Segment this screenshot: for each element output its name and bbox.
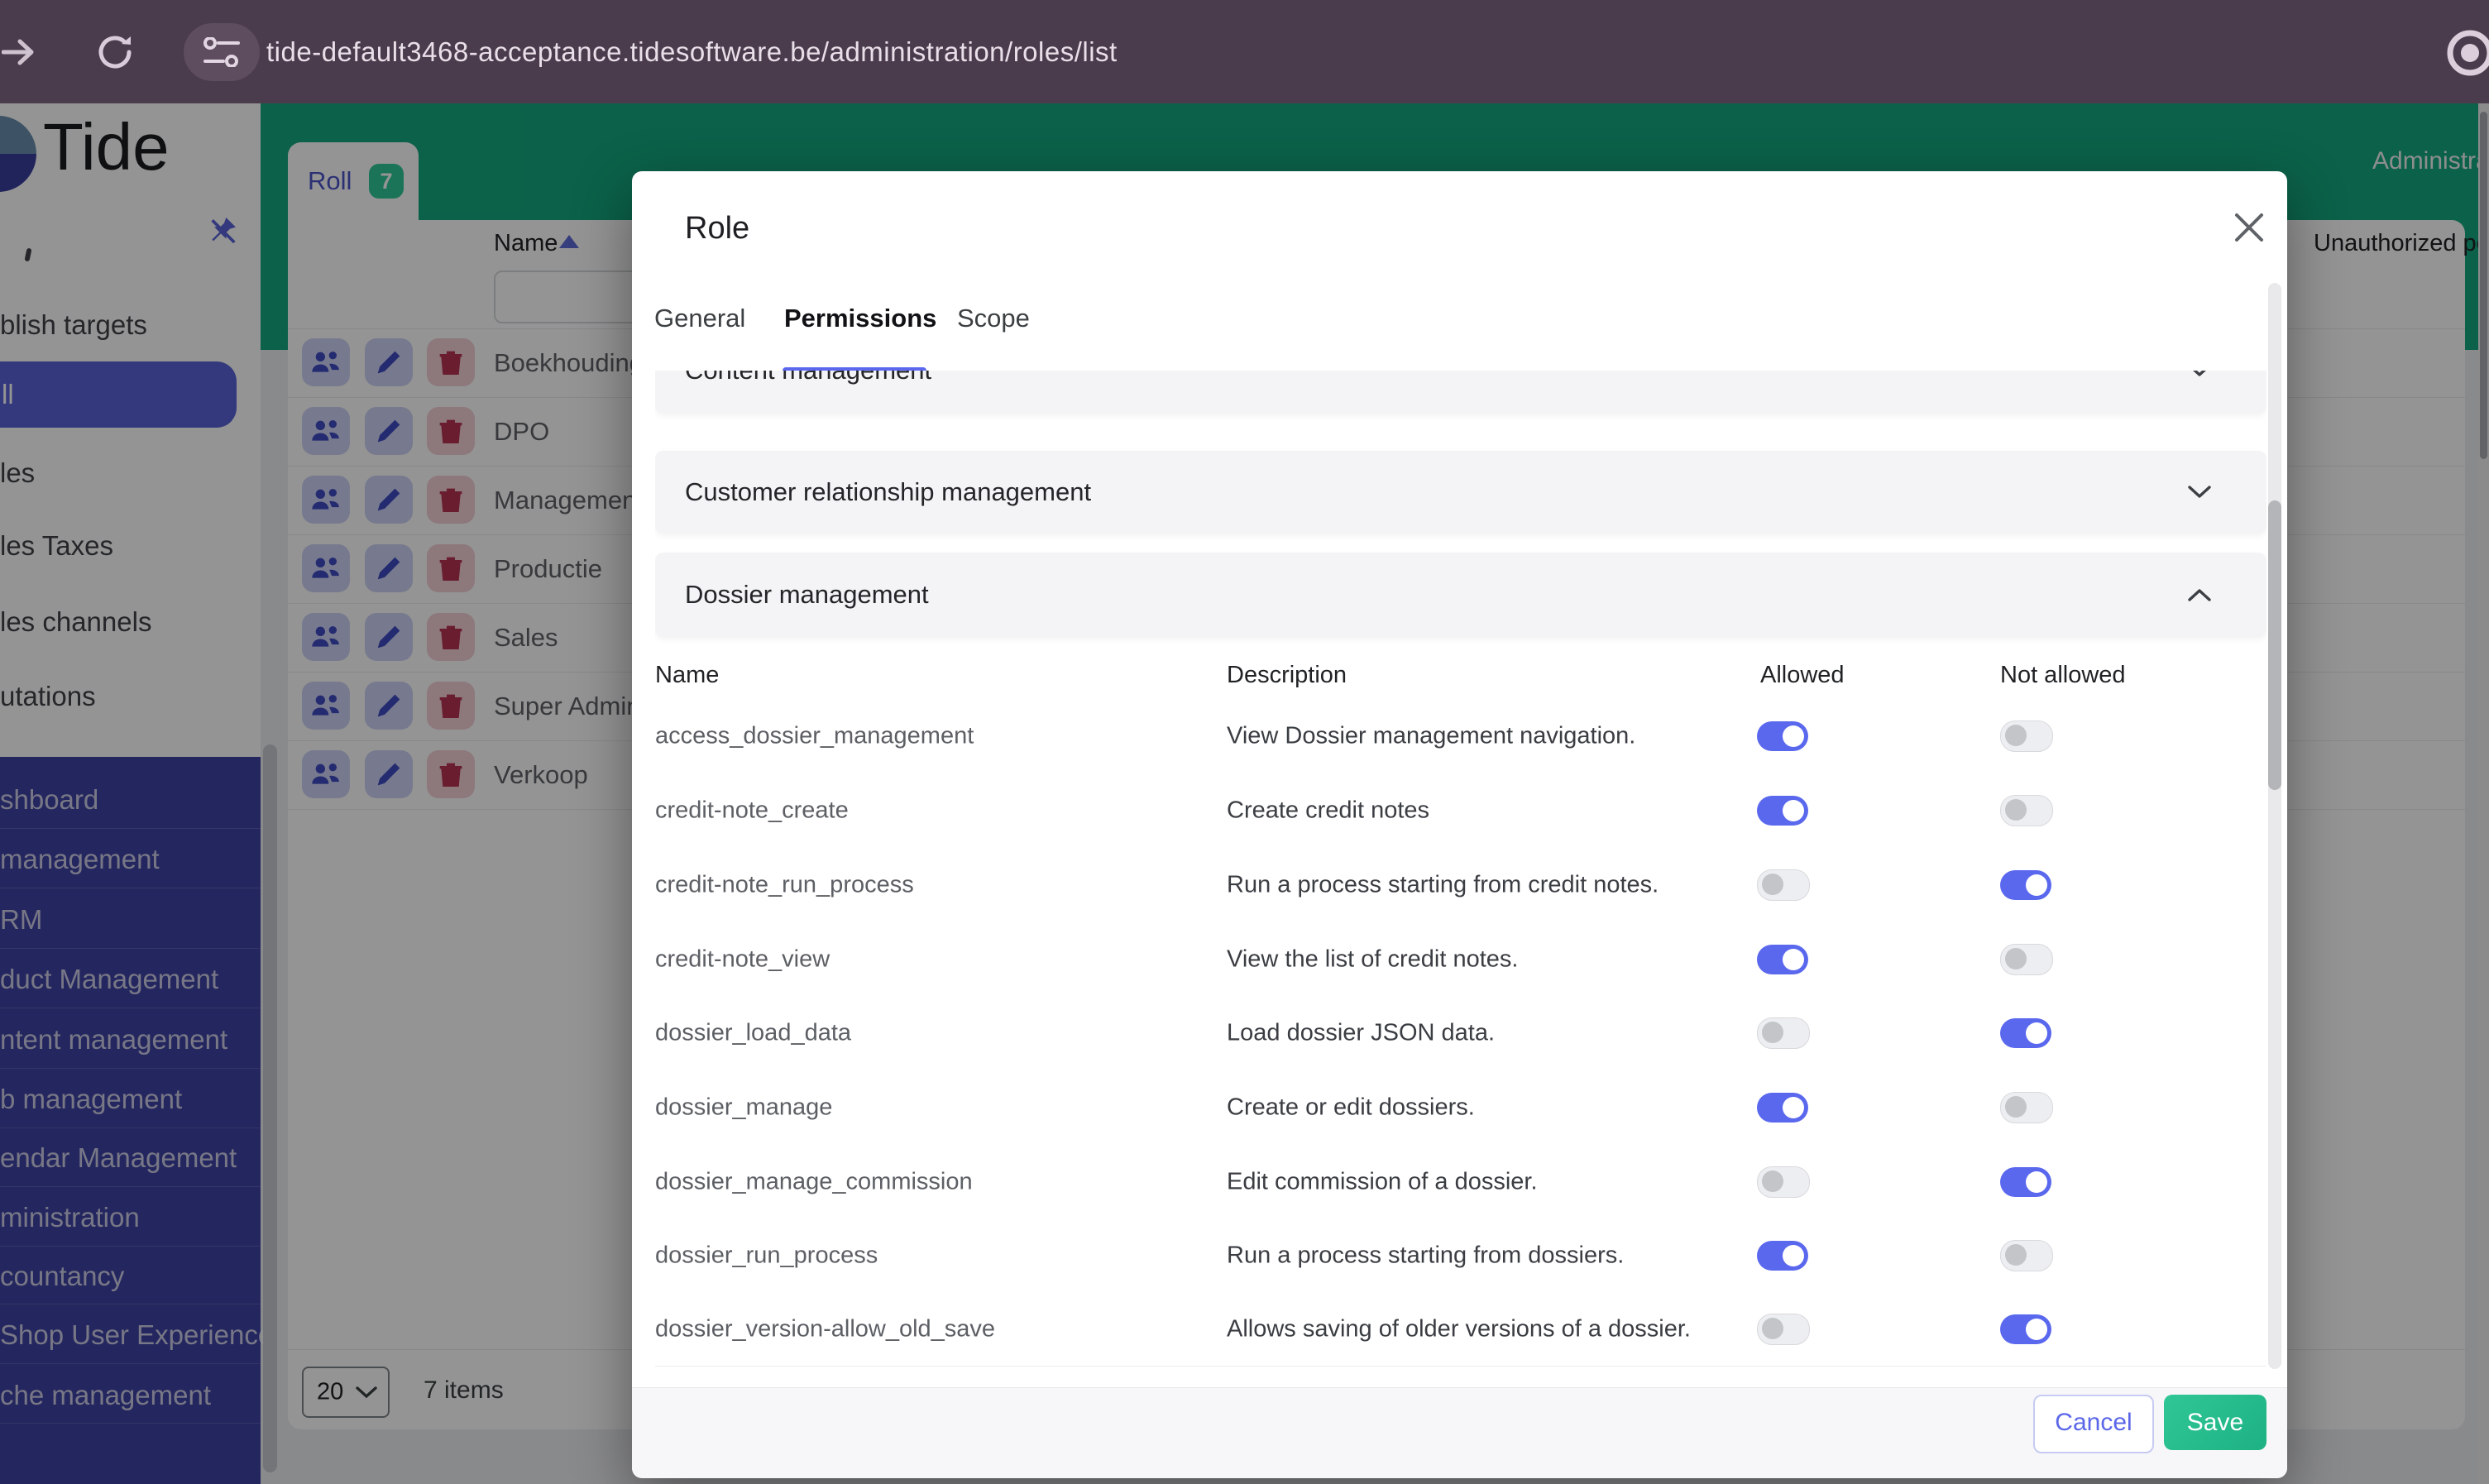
toggle-knob — [2026, 1319, 2047, 1340]
toggle-knob — [1762, 1318, 1783, 1339]
toggle-knob — [2026, 1170, 2047, 1193]
tab-permissions[interactable]: Permissions — [784, 304, 936, 333]
permission-description: Create or edit dossiers. — [1227, 1094, 1475, 1121]
permission-name: dossier_manage_commission — [655, 1168, 973, 1194]
permission-row: credit-note_view View the list of credit… — [655, 922, 2266, 997]
not-allowed-toggle[interactable] — [2000, 870, 2051, 900]
toggle-knob — [2026, 874, 2047, 896]
toggle-knob — [1762, 1170, 1783, 1192]
allowed-toggle[interactable] — [1757, 1093, 1808, 1123]
toggle-knob — [2005, 799, 2027, 821]
browser-toolbar: tide-default3468-acceptance.tidesoftware… — [0, 0, 2489, 103]
permission-row: credit-note_run_process Run a process st… — [655, 848, 2266, 923]
permission-name: access_dossier_management — [655, 722, 974, 749]
allowed-toggle[interactable] — [1757, 1166, 1810, 1198]
tab-scope[interactable]: Scope — [957, 304, 1030, 333]
permission-description: View Dossier management navigation. — [1227, 722, 1636, 749]
permission-description: Edit commission of a dossier. — [1227, 1168, 1538, 1194]
allowed-toggle[interactable] — [1757, 1314, 1810, 1345]
toggle-knob — [2026, 1022, 2047, 1044]
allowed-toggle[interactable] — [1757, 721, 1808, 751]
reload-icon[interactable] — [94, 31, 136, 73]
permission-row: dossier_manage_commission Edit commissio… — [655, 1145, 2266, 1219]
site-info-button[interactable] — [184, 23, 260, 81]
permission-description: Load dossier JSON data. — [1227, 1019, 1496, 1046]
not-allowed-toggle[interactable] — [2000, 1240, 2053, 1271]
toggle-knob — [2005, 1244, 2027, 1266]
chevron-down-icon — [2188, 486, 2211, 498]
close-icon[interactable] — [2230, 208, 2268, 247]
toggle-knob — [1783, 1245, 1804, 1266]
toggle-knob — [1783, 800, 1804, 821]
perm-header-name: Name — [655, 662, 720, 688]
toggle-knob — [2005, 947, 2027, 969]
permission-row: dossier_version-allow_old_save Allows sa… — [655, 1293, 2266, 1367]
allowed-toggle[interactable] — [1757, 796, 1808, 826]
permission-description: Create credit notes — [1227, 797, 1430, 824]
toggle-knob — [2005, 1096, 2027, 1118]
perm-header-allowed: Allowed — [1760, 662, 1845, 688]
toggle-knob — [1762, 874, 1783, 895]
not-allowed-toggle[interactable] — [2000, 720, 2053, 752]
not-allowed-toggle[interactable] — [2000, 795, 2053, 826]
allowed-toggle[interactable] — [1757, 1017, 1810, 1049]
chevron-down-icon — [2193, 371, 2206, 376]
not-allowed-toggle[interactable] — [2000, 943, 2053, 975]
toggle-knob — [1783, 948, 1804, 970]
permission-name: dossier_manage — [655, 1094, 833, 1121]
toggle-knob — [1762, 1022, 1783, 1043]
cancel-button[interactable]: Cancel — [2033, 1395, 2154, 1453]
forward-icon[interactable] — [2, 35, 35, 69]
permissions-scroll-area: Content management Customer relationship… — [655, 371, 2266, 1369]
save-button[interactable]: Save — [2164, 1395, 2266, 1450]
chevron-up-icon — [2188, 589, 2211, 601]
not-allowed-toggle[interactable] — [2000, 1018, 2051, 1048]
screen: tide-default3468-acceptance.tidesoftware… — [0, 0, 2489, 1484]
permission-name: credit-note_create — [655, 797, 849, 824]
allowed-toggle[interactable] — [1757, 869, 1810, 901]
allowed-toggle[interactable] — [1757, 1241, 1808, 1271]
tab-general[interactable]: General — [654, 304, 745, 333]
permission-name: dossier_version-allow_old_save — [655, 1315, 996, 1343]
permission-row: dossier_run_process Run a process starti… — [655, 1218, 2266, 1294]
section-label: Content management — [685, 371, 931, 385]
permission-name: credit-note_view — [655, 945, 830, 972]
section-content-management[interactable]: Content management — [655, 371, 2266, 414]
dialog-footer: Cancel Save — [632, 1387, 2287, 1478]
perm-header-description: Description — [1227, 662, 1347, 688]
modal-scrollbar-track[interactable] — [2268, 283, 2281, 1369]
permission-description: View the list of credit notes. — [1227, 945, 1519, 972]
section-dossier-management[interactable]: Dossier management — [655, 553, 2266, 637]
profile-icon[interactable] — [2445, 28, 2489, 78]
permission-row: access_dossier_management View Dossier m… — [655, 699, 2266, 774]
permission-row: dossier_load_data Load dossier JSON data… — [655, 996, 2266, 1071]
allowed-toggle[interactable] — [1757, 944, 1808, 974]
not-allowed-toggle[interactable] — [2000, 1166, 2051, 1197]
not-allowed-toggle[interactable] — [2000, 1314, 2051, 1344]
permission-row: credit-note_create Create credit notes — [655, 773, 2266, 849]
permission-description: Run a process starting from dossiers. — [1227, 1242, 1625, 1269]
permission-row: dossier_manage Create or edit dossiers. — [655, 1070, 2266, 1146]
not-allowed-toggle[interactable] — [2000, 1092, 2053, 1123]
url-bar[interactable]: tide-default3468-acceptance.tidesoftware… — [266, 0, 1118, 103]
permission-description: Run a process starting from credit notes… — [1227, 871, 1659, 898]
section-customer-relationship-management[interactable]: Customer relationship management — [655, 451, 2266, 534]
permission-description: Allows saving of older versions of a dos… — [1227, 1315, 1691, 1343]
permission-name: credit-note_run_process — [655, 871, 914, 898]
site-info-icon — [203, 37, 240, 67]
permission-name: dossier_run_process — [655, 1242, 878, 1269]
modal-scrollbar-thumb[interactable] — [2268, 500, 2281, 790]
dialog-title: Role — [685, 211, 750, 246]
toggle-knob — [2005, 725, 2027, 746]
perm-header-not-allowed: Not allowed — [2000, 662, 2126, 688]
role-dialog: Role General Permissions Scope Content m… — [632, 171, 2287, 1478]
toggle-knob — [1783, 1097, 1804, 1118]
section-label: Customer relationship management — [685, 477, 1092, 506]
toggle-knob — [1783, 725, 1804, 747]
permission-name: dossier_load_data — [655, 1019, 852, 1046]
section-label: Dossier management — [685, 580, 929, 609]
